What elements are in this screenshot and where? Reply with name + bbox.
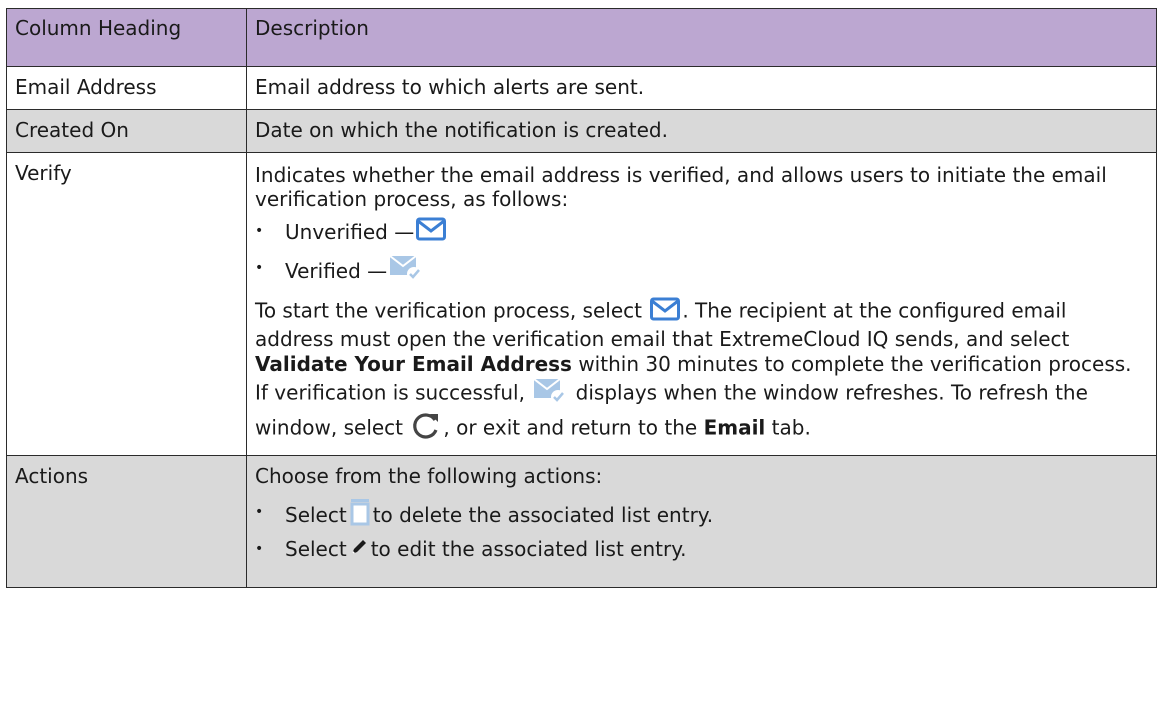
row-description: Email address to which alerts are sent. [246,66,1157,110]
trash-icon [349,498,371,531]
row-description: Date on which the notification is create… [246,109,1157,153]
list-item: Select to delete the associated list ent… [255,498,1148,531]
row-heading: Created On [6,109,247,153]
envelope-icon [416,217,447,246]
verify-instructions: To start the verification process, selec… [255,297,1148,447]
delete-post-text: to delete the associated list entry. [372,502,714,527]
row-description: Choose from the following actions: Selec… [246,455,1157,588]
pencil-icon [349,537,369,562]
row-description: Indicates whether the email address is v… [246,152,1157,456]
email-tab-text: Email [703,415,766,440]
edit-pre-text: Select [285,537,347,561]
refresh-icon [411,411,441,447]
list-item: Select to edit the associated list entry… [255,535,1148,563]
table-header-row: Column Heading Description [6,8,1157,67]
delete-pre-text: Select [285,502,347,527]
envelope-verified-icon [533,377,567,411]
table-row: Verify Indicates whether the email addre… [6,152,1157,456]
actions-list: Select to delete the associated list ent… [255,498,1148,563]
verify-intro: Indicates whether the email address is v… [255,163,1107,211]
column-description-table: Column Heading Description Email Address… [6,8,1157,588]
envelope-icon [650,297,681,327]
list-item: Unverified — [255,217,1148,246]
description-header: Description [246,8,1157,67]
verify-text-5: , or exit and return to the [443,415,698,440]
actions-intro: Choose from the following actions: [255,464,603,488]
table-row: Created On Date on which the notificatio… [6,109,1157,153]
verified-label: Verified — [285,258,388,283]
column-heading-header: Column Heading [6,8,247,67]
row-heading: Actions [6,455,247,588]
verify-text-6: tab. [771,415,811,440]
row-heading: Email Address [6,66,247,110]
edit-post-text: to edit the associated list entry. [370,537,687,561]
table-row: Email Address Email address to which ale… [6,66,1157,110]
envelope-verified-icon [389,254,423,287]
verify-text-1: To start the verification process, selec… [255,298,642,323]
validate-email-link-text: Validate Your Email Address [255,352,572,376]
unverified-label: Unverified — [285,219,415,244]
list-item: Verified — [255,254,1148,287]
row-heading: Verify [6,152,247,456]
verify-status-list: Unverified — Verified — [255,217,1148,287]
table-row: Actions Choose from the following action… [6,455,1157,588]
